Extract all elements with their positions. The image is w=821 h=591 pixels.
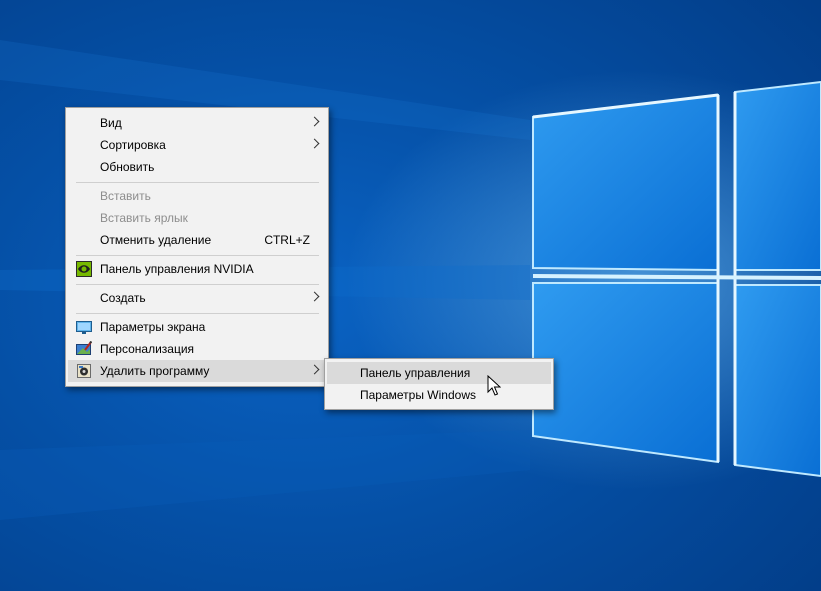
- menu-separator: [76, 182, 319, 183]
- menu-item-label: Сортировка: [100, 138, 166, 152]
- chevron-right-icon: [309, 138, 320, 149]
- menu-separator: [76, 255, 319, 256]
- menu-item-refresh[interactable]: Обновить: [68, 156, 326, 178]
- nvidia-icon: [76, 261, 92, 277]
- display-settings-icon: [76, 319, 92, 335]
- personalization-icon: [76, 340, 93, 357]
- menu-item-label: Вставить: [100, 189, 151, 203]
- menu-item-sort[interactable]: Сортировка: [68, 134, 326, 156]
- chevron-right-icon: [309, 116, 320, 127]
- menu-item-label: Персонализация: [100, 342, 195, 356]
- submenu-item-control-panel[interactable]: Панель управления: [327, 362, 551, 384]
- mouse-pointer-icon: [487, 374, 502, 400]
- menu-item-label: Удалить программу: [100, 364, 210, 378]
- menu-item-nvidia-control-panel[interactable]: Панель управления NVIDIA: [68, 258, 326, 280]
- menu-item-label: Панель управления NVIDIA: [100, 262, 254, 276]
- menu-separator: [76, 284, 319, 285]
- chevron-right-icon: [309, 291, 320, 302]
- menu-separator: [76, 313, 319, 314]
- menu-item-label: Панель управления: [360, 366, 471, 380]
- menu-item-label: Параметры Windows: [360, 388, 476, 402]
- menu-item-label: Параметры экрана: [100, 320, 206, 334]
- uninstall-program-submenu: Панель управления Параметры Windows: [324, 358, 554, 410]
- menu-item-uninstall-program[interactable]: Удалить программу: [68, 360, 326, 382]
- menu-item-label: Вставить ярлык: [100, 211, 188, 225]
- menu-item-personalization[interactable]: Персонализация: [68, 338, 326, 360]
- chevron-right-icon: [309, 364, 320, 375]
- submenu-item-windows-settings[interactable]: Параметры Windows: [327, 384, 551, 406]
- desktop-context-menu: Вид Сортировка Обновить Вставить Вставит…: [65, 107, 329, 387]
- menu-item-undo-delete[interactable]: Отменить удаление CTRL+Z: [68, 229, 326, 251]
- menu-item-label: Отменить удаление: [100, 233, 212, 247]
- menu-item-label: Вид: [100, 116, 122, 130]
- menu-item-label: Обновить: [100, 160, 155, 174]
- menu-item-label: Создать: [100, 291, 146, 305]
- menu-item-shortcut: CTRL+Z: [264, 233, 310, 247]
- menu-item-paste-shortcut[interactable]: Вставить ярлык: [68, 207, 326, 229]
- menu-item-new[interactable]: Создать: [68, 287, 326, 309]
- menu-item-view[interactable]: Вид: [68, 112, 326, 134]
- menu-item-paste[interactable]: Вставить: [68, 185, 326, 207]
- uninstall-program-icon: [76, 363, 92, 379]
- menu-item-display-settings[interactable]: Параметры экрана: [68, 316, 326, 338]
